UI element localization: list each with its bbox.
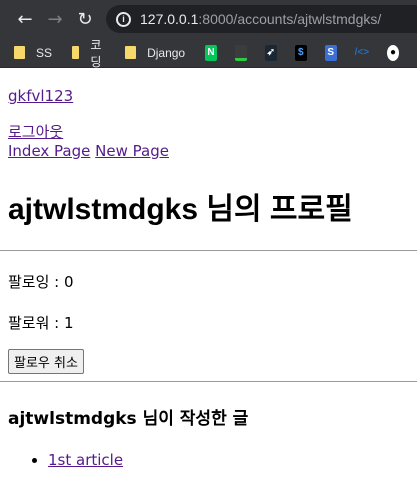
bookmark-django[interactable]: Django — [125, 46, 185, 60]
naver-icon[interactable]: N — [205, 44, 217, 61]
bookmark-label: SS — [36, 45, 53, 60]
address-bar[interactable]: i 127.0.0.1:8000/accounts/ajtwlstmdgks/ — [106, 5, 417, 33]
folder-icon — [14, 46, 25, 59]
info-icon[interactable]: i — [116, 11, 131, 27]
dollar-terminal-icon[interactable]: $ — [294, 44, 307, 61]
bookmark-coding[interactable]: 코딩 — [72, 36, 105, 70]
reload-icon[interactable]: ↻ — [70, 9, 100, 30]
articles-heading: ajtwlstmdgks 님이 작성한 글 — [8, 409, 249, 429]
forward-icon[interactable]: → — [40, 9, 70, 30]
divider — [0, 250, 417, 251]
bookmarks-bar: SS 코딩 Django N ➶ $ S /<> ● — [0, 36, 417, 70]
bookmark-ss[interactable]: SS — [14, 46, 52, 60]
page-content: gkfvl123 로그아웃 Index Page New Page ajtwls… — [0, 87, 417, 469]
unfollow-button[interactable]: 팔로우 취소 — [8, 349, 84, 374]
username-link[interactable]: gkfvl123 — [8, 87, 73, 105]
browser-toolbar: ← → ↻ i 127.0.0.1:8000/accounts/ajtwlstm… — [0, 0, 417, 38]
index-page-link[interactable]: Index Page — [8, 142, 90, 160]
url-host: 127.0.0.1 — [140, 11, 199, 27]
terminal-icon[interactable] — [235, 44, 247, 61]
logout-link[interactable]: 로그아웃 — [8, 123, 63, 141]
followers-count: 팔로워 : 1 — [8, 314, 74, 332]
following-count: 팔로잉 : 0 — [8, 273, 74, 291]
folder-icon — [72, 46, 80, 59]
url-path: :8000/accounts/ajtwlstmdgks/ — [198, 11, 382, 27]
code-icon[interactable]: /<> — [355, 45, 369, 61]
folder-icon — [125, 46, 137, 59]
bookmark-label: 코딩 — [90, 37, 102, 69]
github-icon[interactable]: ● — [387, 44, 399, 61]
list-item: 1st article — [48, 451, 409, 469]
back-icon[interactable]: ← — [10, 9, 40, 30]
bird-icon[interactable]: ➶ — [264, 44, 277, 61]
divider — [0, 381, 417, 382]
page-title: ajtwlstmdgks 님의 프로필 — [8, 193, 353, 226]
article-list: 1st article — [8, 451, 409, 469]
bookmark-label: Django — [147, 45, 186, 60]
s-icon[interactable]: S — [324, 44, 337, 61]
article-link[interactable]: 1st article — [48, 451, 123, 469]
new-page-link[interactable]: New Page — [95, 142, 169, 160]
